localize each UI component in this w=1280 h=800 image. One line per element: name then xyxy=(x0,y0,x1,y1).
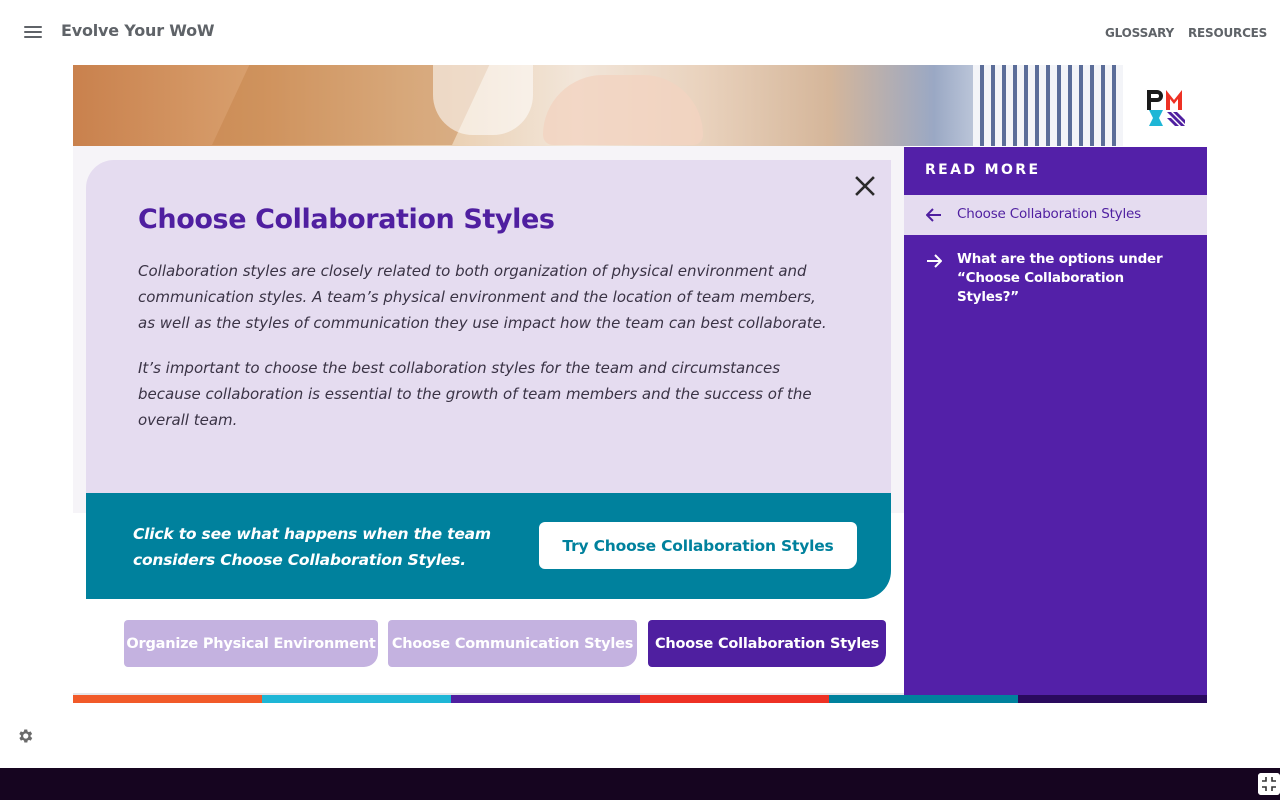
card-paragraph-1: Collaboration styles are closely related… xyxy=(138,262,827,332)
app-title: Evolve Your WoW xyxy=(61,21,215,40)
read-more-item-label: What are the options under “Choose Colla… xyxy=(957,251,1163,305)
top-bar: Evolve Your WoW GLOSSARY RESOURCES xyxy=(0,0,1280,64)
read-more-item[interactable]: What are the options under “Choose Colla… xyxy=(904,250,1207,305)
color-bar xyxy=(73,695,1207,703)
read-more-item-label: Choose Collaboration Styles xyxy=(957,206,1141,222)
read-more-heading: READ MORE xyxy=(925,162,1041,178)
nav-glossary-link[interactable]: GLOSSARY xyxy=(1105,26,1174,40)
arrow-right-icon xyxy=(927,254,942,268)
cta-text: Click to see what happens when the team … xyxy=(133,525,491,569)
nav-resources-link[interactable]: RESOURCES xyxy=(1188,26,1267,40)
tab-organize-physical-environment[interactable]: Organize Physical Environment xyxy=(124,620,378,667)
arrow-left-icon xyxy=(926,208,941,222)
hero-image xyxy=(73,65,1123,146)
pmi-logo xyxy=(1147,90,1185,126)
read-more-item-active[interactable]: Choose Collaboration Styles xyxy=(904,195,1207,235)
hamburger-icon[interactable] xyxy=(24,26,42,40)
close-icon[interactable] xyxy=(853,174,877,198)
tab-choose-communication-styles[interactable]: Choose Communication Styles xyxy=(388,620,637,667)
card-paragraph-2: It’s important to choose the best collab… xyxy=(138,359,812,429)
gear-icon[interactable] xyxy=(16,727,34,745)
card-title: Choose Collaboration Styles xyxy=(138,204,555,235)
tab-choose-collaboration-styles[interactable]: Choose Collaboration Styles xyxy=(648,620,886,667)
try-button[interactable]: Try Choose Collaboration Styles xyxy=(539,522,857,569)
exit-fullscreen-icon[interactable] xyxy=(1258,773,1280,795)
footer-bar xyxy=(0,768,1280,800)
